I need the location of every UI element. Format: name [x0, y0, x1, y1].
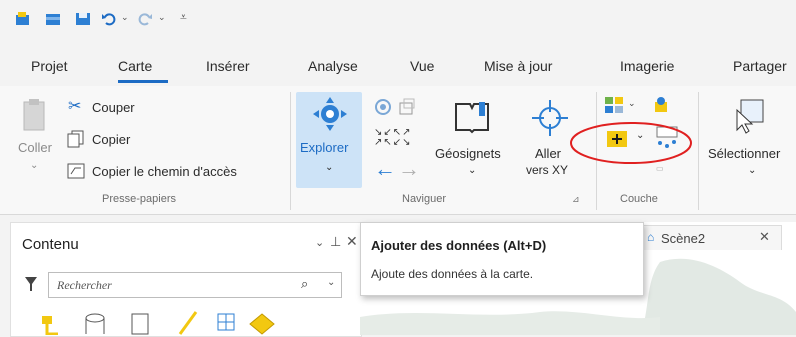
select-icon: [736, 99, 764, 134]
paste-dropdown-icon[interactable]: ⌄: [30, 160, 38, 171]
pane-options-icon[interactable]: ⌄: [315, 236, 324, 249]
tab-scene2[interactable]: ⌂ Scène2 ✕: [640, 225, 782, 250]
basemap-icon[interactable]: [604, 96, 624, 114]
tab-inserer[interactable]: Insérer: [206, 58, 250, 74]
tab-partager[interactable]: Partager: [733, 58, 787, 74]
open-project-icon[interactable]: [44, 10, 62, 28]
pin-icon[interactable]: ⊥: [330, 234, 341, 250]
undo-dropdown-icon[interactable]: ⌄: [121, 12, 129, 23]
fixed-zoom-icon[interactable]: [398, 98, 416, 116]
ribbon-separator: [290, 92, 291, 210]
tooltip: Ajouter des données (Alt+D) Ajoute des d…: [360, 222, 644, 296]
paste-icon: [23, 99, 45, 131]
goto-xy-icon: [532, 100, 568, 136]
layer-group-label: Couche: [620, 193, 658, 205]
select-button[interactable]: Sélectionner: [708, 146, 780, 161]
select-dropdown-icon[interactable]: ⌄: [748, 165, 756, 176]
copy-path-button[interactable]: Copier le chemin d'accès: [92, 164, 237, 179]
paste-button[interactable]: Coller: [18, 140, 52, 155]
undo-icon[interactable]: [100, 10, 118, 28]
clipboard-group-label: Presse-papiers: [102, 193, 176, 205]
tab-carte[interactable]: Carte: [118, 58, 152, 74]
cut-icon: ✂: [68, 98, 82, 115]
bookmarks-dropdown-icon[interactable]: ⌄: [468, 165, 476, 176]
copy-icon: [67, 130, 84, 148]
close-tab-icon[interactable]: ✕: [759, 229, 770, 245]
close-pane-icon[interactable]: ✕: [346, 233, 358, 250]
copy-button[interactable]: Copier: [92, 132, 130, 147]
goto-xy-label-line2: vers XY: [526, 163, 569, 177]
save-project-icon[interactable]: [74, 10, 92, 28]
scene-tab-label: Scène2: [661, 231, 706, 246]
tab-vue[interactable]: Vue: [410, 58, 434, 74]
contents-view-toolbar: [42, 311, 275, 335]
search-input[interactable]: Rechercher ⌕ ⌄: [48, 272, 342, 298]
full-extent-icon[interactable]: [374, 98, 392, 116]
tab-imagerie[interactable]: Imagerie: [620, 58, 674, 74]
contents-title: Contenu: [22, 236, 79, 253]
search-icon[interactable]: ⌕: [301, 276, 308, 292]
customize-qat-icon[interactable]: ⩡: [180, 10, 187, 25]
cut-button[interactable]: Couper: [92, 100, 135, 115]
tab-projet[interactable]: Projet: [31, 58, 68, 74]
tab-analyse[interactable]: Analyse: [308, 58, 358, 74]
explore-icon: [313, 97, 347, 131]
goto-xy-button[interactable]: Aller: [535, 146, 561, 161]
filter-icon[interactable]: [24, 276, 38, 292]
search-placeholder: Rechercher: [57, 278, 112, 292]
add-preset-icon[interactable]: [652, 96, 670, 114]
quick-access-toolbar: ⌄ ⌄ ⩡: [0, 0, 796, 40]
previous-extent-icon[interactable]: ←: [374, 156, 396, 182]
redo-icon[interactable]: [136, 10, 154, 28]
navigate-dialog-launcher-icon[interactable]: ⊿: [572, 194, 580, 205]
annotation-circle: [570, 122, 692, 164]
ribbon-separator: [698, 92, 699, 210]
explore-dropdown-icon[interactable]: ⌄: [325, 162, 333, 173]
active-tab-indicator: [118, 80, 168, 83]
basemap-dropdown-icon[interactable]: ⌄: [628, 98, 636, 109]
zoom-in-out-icon[interactable]: ↘↙↖↗ ↗↖↙↘: [374, 128, 412, 148]
tooltip-title: Ajouter des données (Alt+D): [371, 238, 547, 253]
tooltip-description: Ajoute des données à la carte.: [371, 267, 534, 281]
copy-path-icon: [67, 163, 85, 179]
next-extent-icon[interactable]: →: [398, 156, 420, 182]
bookmarks-button[interactable]: Géosignets: [435, 146, 501, 161]
new-project-icon[interactable]: [14, 10, 32, 28]
tab-mise-a-jour[interactable]: Mise à jour: [484, 58, 552, 74]
layer-disabled-icon: ▭: [656, 164, 664, 173]
search-dropdown-icon[interactable]: ⌄: [327, 277, 335, 288]
explore-label: Explorer: [300, 140, 349, 155]
bookmarks-icon: [455, 102, 489, 134]
redo-dropdown-icon[interactable]: ⌄: [158, 12, 166, 23]
scene-icon: ⌂: [647, 230, 655, 244]
navigate-group-label: Naviguer: [402, 193, 447, 205]
